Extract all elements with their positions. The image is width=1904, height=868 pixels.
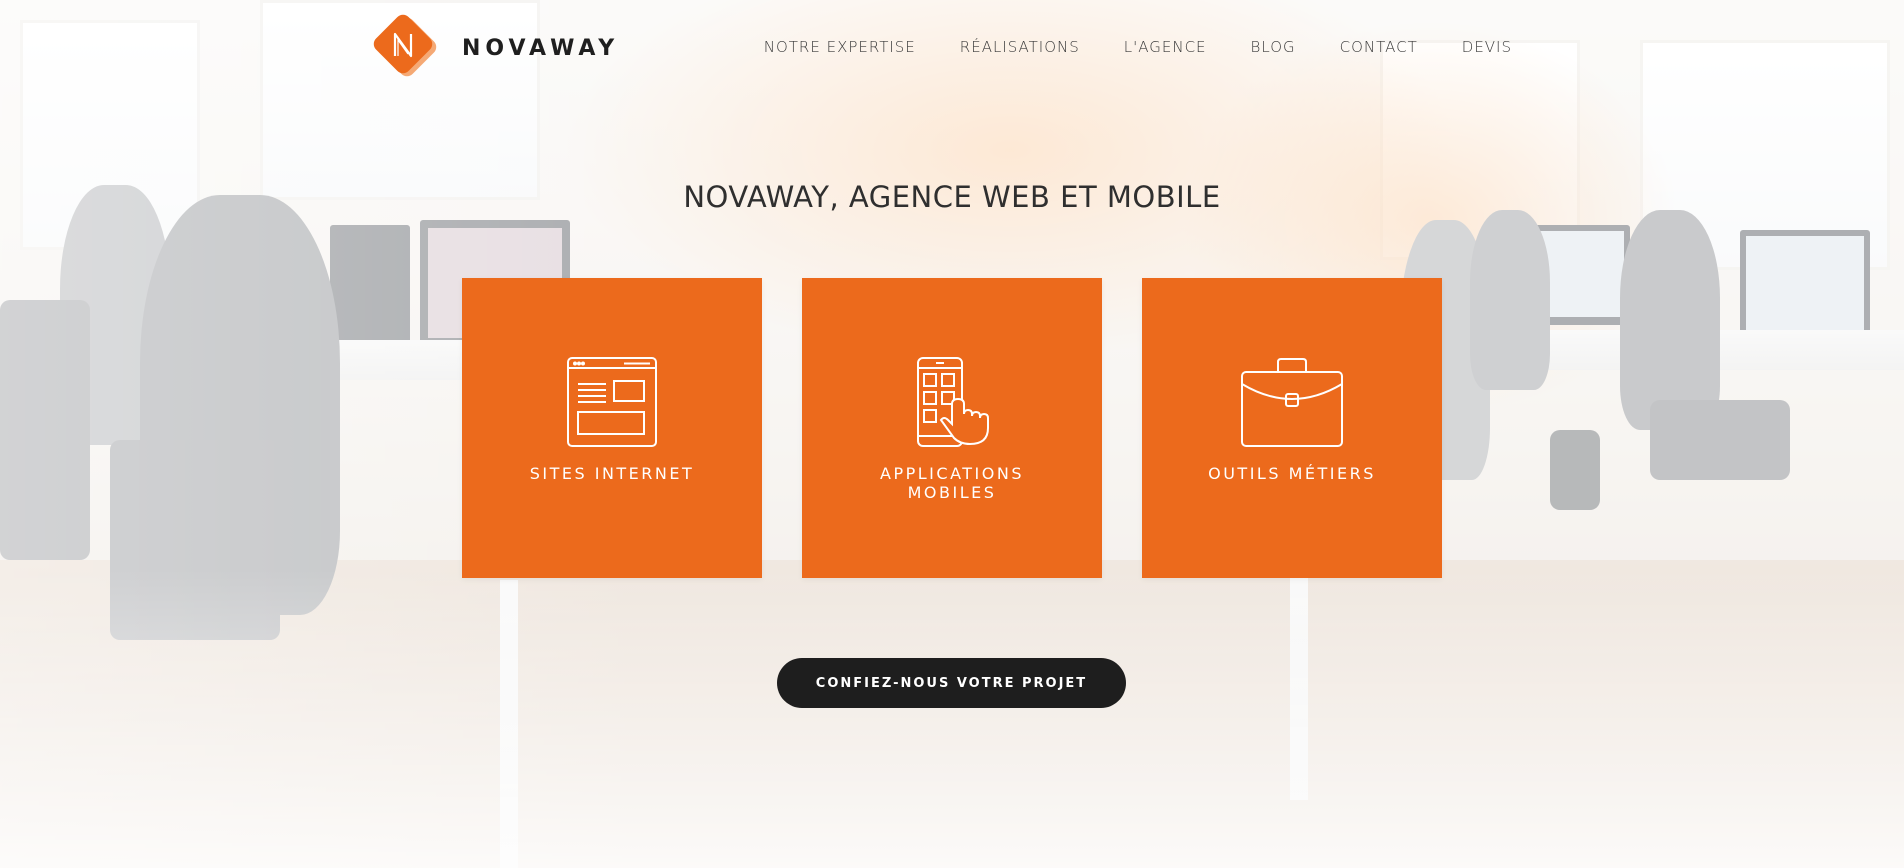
service-label: OUTILS MÉTIERS xyxy=(1208,464,1376,483)
nav-item-notre-expertise[interactable]: NOTRE EXPERTISE xyxy=(764,38,916,56)
nav-item-devis[interactable]: DEVIS xyxy=(1462,38,1512,56)
brand-name: NOVAWAY xyxy=(462,35,620,61)
service-card-applications-mobiles[interactable]: APPLICATIONS MOBILES xyxy=(802,278,1102,578)
logo-link[interactable]: NOVAWAY xyxy=(370,12,619,84)
smartphone-touch-icon xyxy=(917,357,989,447)
cta-button[interactable]: CONFIEZ-NOUS VOTRE PROJET xyxy=(777,658,1126,708)
nav-item-contact[interactable]: CONTACT xyxy=(1340,38,1418,56)
site-header: NOVAWAY NOTRE EXPERTISE RÉALISATIONS L'A… xyxy=(0,0,1904,100)
browser-window-icon xyxy=(567,357,657,447)
main-navigation: NOTRE EXPERTISE RÉALISATIONS L'AGENCE BL… xyxy=(764,38,1512,56)
service-card-outils-metiers[interactable]: OUTILS MÉTIERS xyxy=(1142,278,1442,578)
nav-item-realisations[interactable]: RÉALISATIONS xyxy=(960,38,1080,56)
service-label: APPLICATIONS MOBILES xyxy=(880,464,1024,502)
services-section: SITES INTERNET APPLICATIONS MOBILES OUTI… xyxy=(462,278,1442,578)
hero-title: NOVAWAY, AGENCE WEB ET MOBILE xyxy=(683,180,1221,214)
nav-item-agence[interactable]: L'AGENCE xyxy=(1124,38,1207,56)
service-label: SITES INTERNET xyxy=(529,464,695,483)
nav-item-blog[interactable]: BLOG xyxy=(1251,38,1296,56)
service-card-sites-internet[interactable]: SITES INTERNET xyxy=(462,278,762,578)
briefcase-icon xyxy=(1241,358,1343,447)
novaway-n-logo-icon xyxy=(370,12,442,84)
photo-bottom-fade xyxy=(0,568,1904,868)
